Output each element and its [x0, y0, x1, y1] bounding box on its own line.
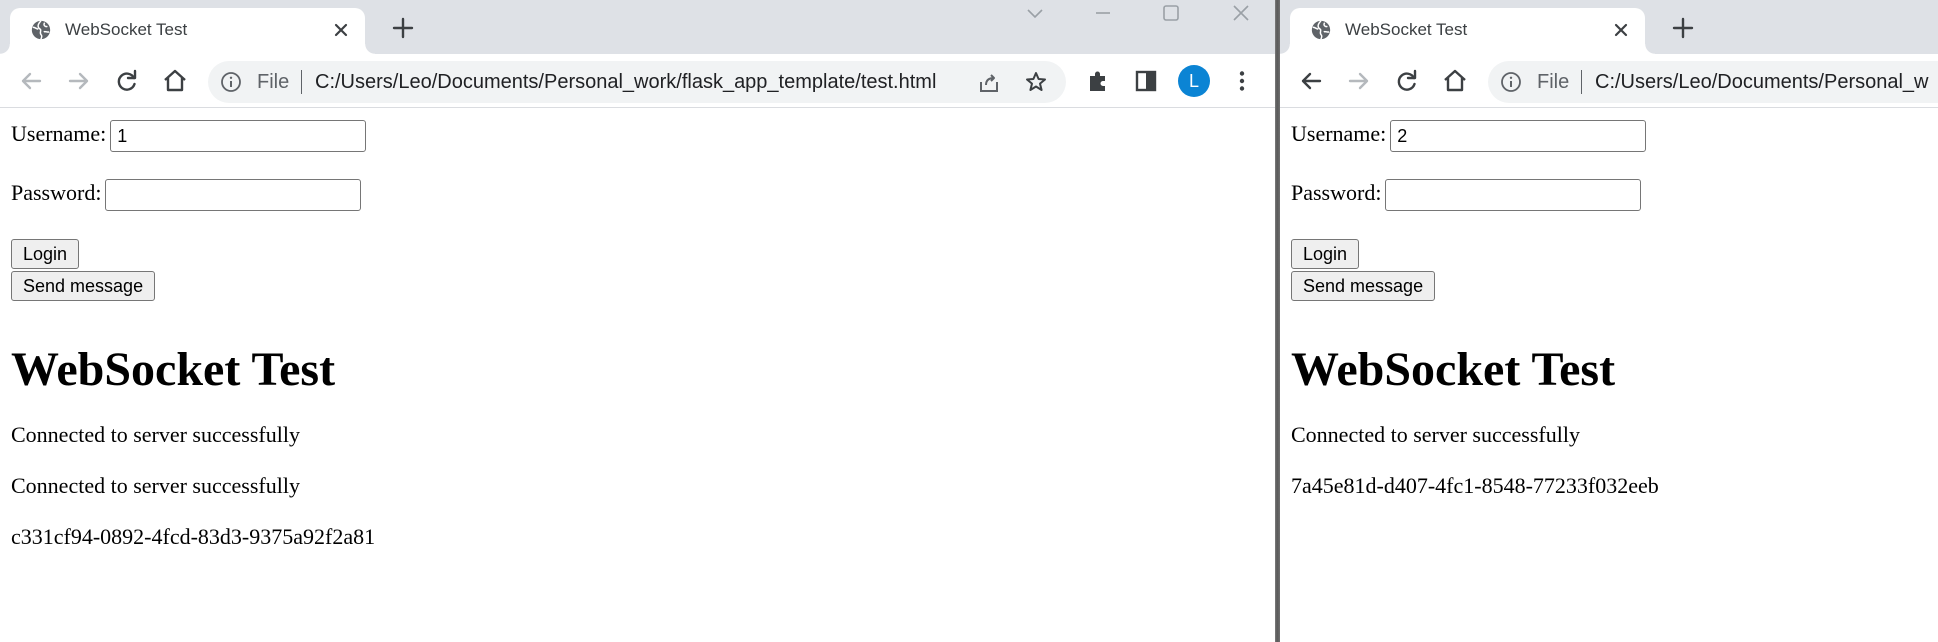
tab-websocket-test[interactable]: WebSocket Test [1280, 8, 1655, 54]
address-bar[interactable]: File C:/Users/Leo/Documents/Personal_wor… [208, 61, 1066, 103]
tab-strip: WebSocket Test [0, 0, 1275, 54]
username-row: Username: [1291, 120, 1647, 152]
maximize-icon[interactable] [1158, 0, 1184, 26]
scheme-label: File [1537, 71, 1570, 93]
message-line: Connected to server successfully [11, 422, 300, 447]
arrow-left-icon[interactable] [1295, 65, 1327, 97]
username-input[interactable] [1390, 120, 1647, 152]
home-icon[interactable] [1439, 65, 1471, 97]
page-content: Username: Password: Login Send message W… [0, 108, 1275, 642]
password-row: Password: [1291, 179, 1642, 211]
username-input[interactable] [110, 120, 367, 152]
browser-window-left: WebSocket Test File C:/Users/Leo/Documen… [0, 0, 1275, 642]
url-text[interactable]: C:/Users/Leo/Documents/Personal_work/fla… [315, 69, 936, 95]
side-panel-icon[interactable] [1130, 65, 1162, 97]
toolbar: File C:/Users/Leo/Documents/Personal_w [1280, 54, 1938, 108]
send-message-button[interactable]: Send message [11, 271, 156, 301]
avatar[interactable]: L [1178, 65, 1210, 97]
reload-icon[interactable] [1391, 65, 1423, 97]
chevron-down-icon[interactable] [1022, 0, 1048, 26]
arrow-left-icon[interactable] [15, 65, 47, 97]
username-row: Username: [11, 120, 367, 152]
divider [1581, 70, 1582, 94]
tab-title: WebSocket Test [65, 20, 188, 39]
username-label: Username: [11, 121, 107, 147]
globe-icon [1311, 20, 1331, 40]
close-icon[interactable] [1611, 20, 1631, 40]
password-label: Password: [1291, 180, 1382, 206]
plus-icon[interactable] [1669, 14, 1697, 42]
url-text[interactable]: C:/Users/Leo/Documents/Personal_w [1595, 69, 1928, 95]
password-input[interactable] [1385, 179, 1642, 211]
scheme-label: File [257, 71, 290, 93]
close-icon[interactable] [331, 20, 351, 40]
login-button[interactable]: Login [1291, 239, 1360, 269]
kebab-menu-icon[interactable] [1226, 65, 1258, 97]
share-icon[interactable] [977, 71, 1001, 95]
divider [301, 70, 302, 94]
star-icon[interactable] [1024, 70, 1048, 94]
reload-icon[interactable] [111, 65, 143, 97]
minimize-icon[interactable] [1090, 0, 1116, 26]
password-label: Password: [11, 180, 102, 206]
arrow-right-icon[interactable] [1343, 65, 1375, 97]
toolbar: File C:/Users/Leo/Documents/Personal_wor… [0, 54, 1275, 108]
globe-icon [31, 20, 51, 40]
page-title: WebSocket Test [1291, 343, 1616, 396]
page-title: WebSocket Test [11, 343, 336, 396]
message-line: Connected to server successfully [11, 473, 300, 498]
window-close-icon[interactable] [1228, 0, 1254, 26]
address-bar[interactable]: File C:/Users/Leo/Documents/Personal_w [1488, 61, 1938, 103]
login-button[interactable]: Login [11, 239, 80, 269]
tab-websocket-test[interactable]: WebSocket Test [0, 8, 375, 54]
tab-strip: WebSocket Test [1280, 0, 1938, 54]
message-line: c331cf94-0892-4fcd-83d3-9375a92f2a81 [11, 524, 376, 549]
message-line: Connected to server successfully [1291, 422, 1580, 447]
browser-window-right: WebSocket Test File C:/Users/Leo/Documen… [1280, 0, 1938, 642]
send-message-button[interactable]: Send message [1291, 271, 1436, 301]
info-icon[interactable] [220, 71, 242, 93]
puzzle-icon[interactable] [1082, 65, 1114, 97]
info-icon[interactable] [1500, 71, 1522, 93]
tab-title: WebSocket Test [1345, 20, 1468, 39]
username-label: Username: [1291, 121, 1387, 147]
password-row: Password: [11, 179, 362, 211]
page-content: Username: Password: Login Send message W… [1280, 108, 1938, 642]
arrow-right-icon[interactable] [63, 65, 95, 97]
home-icon[interactable] [159, 65, 191, 97]
plus-icon[interactable] [389, 14, 417, 42]
password-input[interactable] [105, 179, 362, 211]
message-line: 7a45e81d-d407-4fc1-8548-77233f032eeb [1291, 473, 1659, 498]
